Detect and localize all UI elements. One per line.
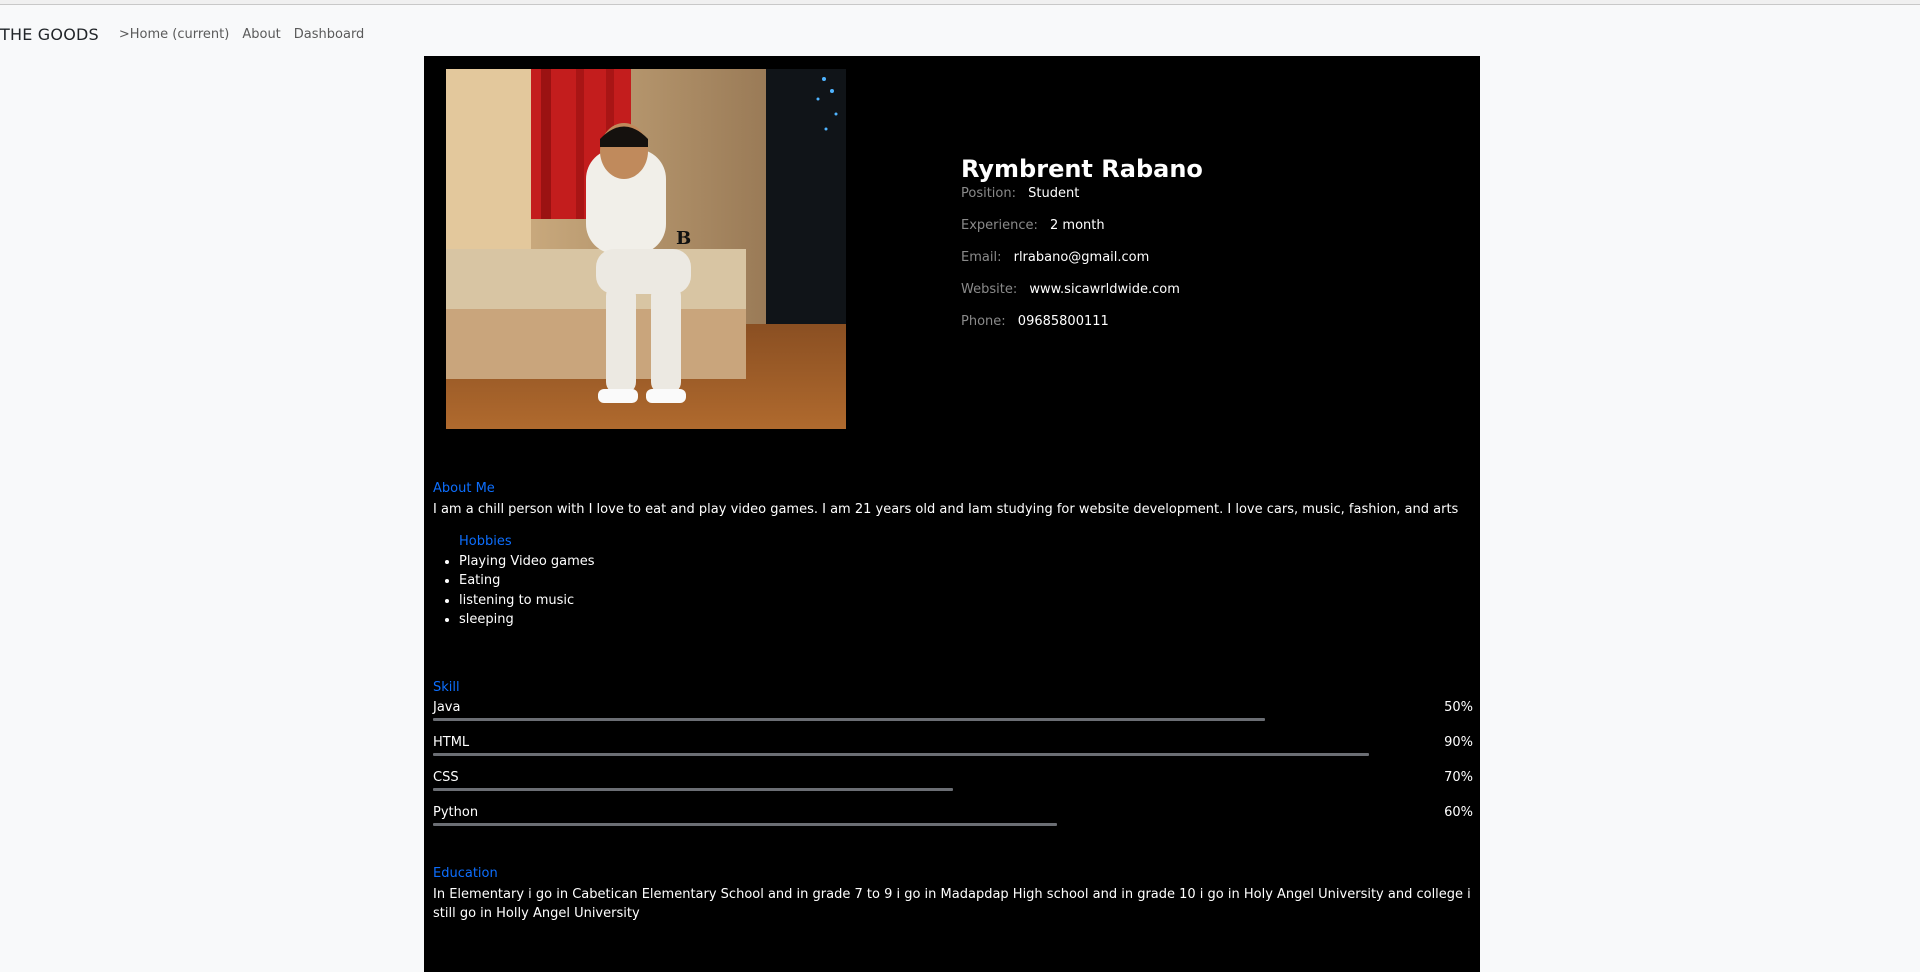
- skill-bar: [433, 788, 953, 791]
- skill-percent: 90%: [1444, 735, 1473, 750]
- skill-name: Python: [433, 805, 479, 820]
- info-row-experience: Experience: 2 month: [961, 218, 1461, 250]
- svg-text:B: B: [676, 228, 691, 249]
- profile-info: Rymbrent Rabano Position: Student Experi…: [961, 154, 1461, 346]
- info-row-website: Website: www.sicawrldwide.com: [961, 282, 1461, 314]
- nav-link-about[interactable]: About: [242, 27, 280, 42]
- info-value: 09685800111: [1017, 314, 1109, 329]
- skill-row-python: Python 60%: [433, 805, 1473, 833]
- info-label: Position:: [961, 186, 1016, 201]
- list-item: sleeping: [459, 610, 595, 630]
- education-title: Education: [433, 866, 498, 881]
- info-label: Experience:: [961, 218, 1038, 233]
- info-row-phone: Phone: 09685800111: [961, 314, 1461, 346]
- info-value: Student: [1028, 186, 1080, 201]
- skill-bar: [433, 823, 1057, 826]
- education-text: In Elementary i go in Cabetican Elementa…: [433, 887, 1471, 921]
- skill-bar: [433, 718, 1265, 721]
- skill-name: CSS: [433, 770, 459, 785]
- profile-card: B Rymbrent Rabano Position: Student Expe…: [424, 56, 1480, 972]
- info-value: rlrabano@gmail.com: [1013, 250, 1150, 265]
- skill-row-css: CSS 70%: [433, 770, 1473, 798]
- list-item: listening to music: [459, 591, 595, 611]
- info-row-email: Email: rlrabano@gmail.com: [961, 250, 1461, 282]
- skill-name: Java: [433, 700, 461, 715]
- brand-logo[interactable]: THE GOODS: [0, 25, 99, 44]
- navbar: THE GOODS >Home (current) About Dashboar…: [0, 22, 377, 46]
- info-value: www.sicawrldwide.com: [1029, 282, 1180, 297]
- hobbies-title: Hobbies: [459, 534, 512, 549]
- nav-link-home[interactable]: >Home (current): [119, 27, 229, 42]
- profile-name: Rymbrent Rabano: [961, 155, 1203, 183]
- window-top-border: [0, 0, 1920, 5]
- skill-percent: 60%: [1444, 805, 1473, 820]
- about-title: About Me: [433, 481, 495, 496]
- skill-row-html: HTML 90%: [433, 735, 1473, 763]
- skill-title: Skill: [433, 680, 460, 695]
- skill-name: HTML: [433, 735, 470, 750]
- info-value: 2 month: [1050, 218, 1105, 233]
- list-item: Eating: [459, 571, 595, 591]
- info-label: Website:: [961, 282, 1018, 297]
- profile-photo: B: [446, 69, 846, 429]
- skill-percent: 50%: [1444, 700, 1473, 715]
- about-text: I am a chill person with I love to eat a…: [433, 502, 1459, 517]
- info-row-position: Position: Student: [961, 186, 1461, 218]
- hobbies-list: Hobbies Playing Video games Eating liste…: [433, 532, 595, 630]
- skill-row-java: Java 50%: [433, 700, 1473, 728]
- skill-percent: 70%: [1444, 770, 1473, 785]
- list-item: Playing Video games: [459, 552, 595, 572]
- info-label: Email:: [961, 250, 1002, 265]
- skill-bar: [433, 753, 1369, 756]
- info-label: Phone:: [961, 314, 1006, 329]
- nav-link-dashboard[interactable]: Dashboard: [294, 27, 365, 42]
